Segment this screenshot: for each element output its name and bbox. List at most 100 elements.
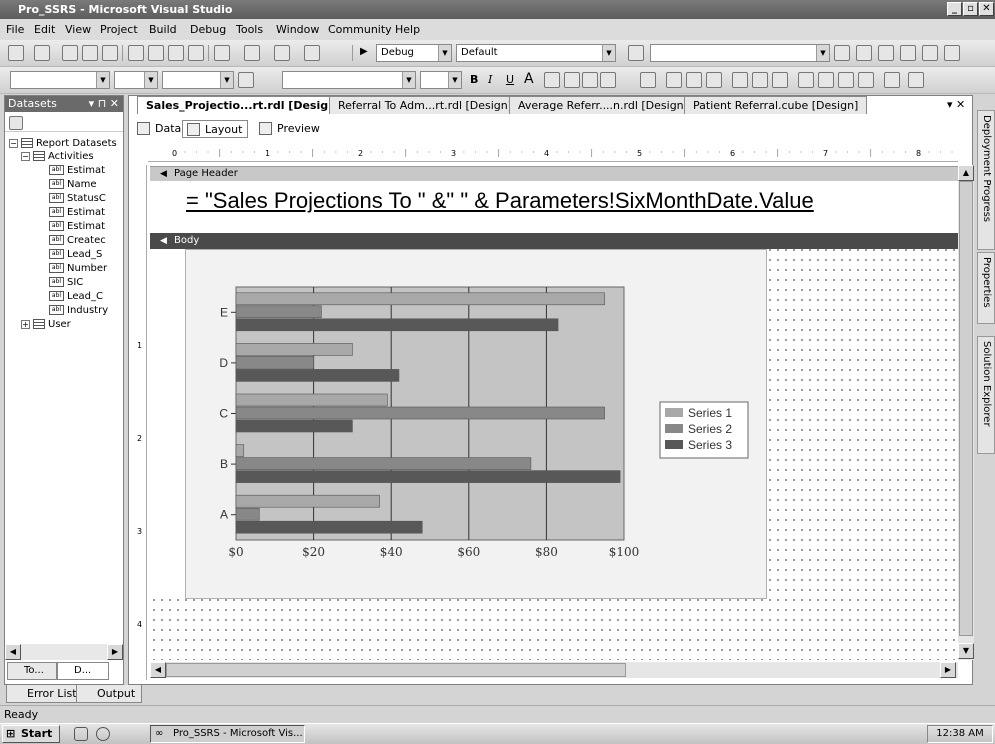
close-button[interactable]: ✕ xyxy=(979,2,994,16)
navigate-forward-icon[interactable] xyxy=(304,45,320,61)
chart-control[interactable]: $0 $20 $40 $60 $80 $100 A B C D E Series 1 Series 2 S… xyxy=(185,249,767,599)
style-select[interactable]: ▼ xyxy=(10,71,110,89)
align-centers-icon[interactable] xyxy=(686,72,702,88)
find-combo[interactable]: ▼ xyxy=(650,44,830,62)
doc-tab-patient-cube[interactable]: Patient Referral.cube [Design] xyxy=(684,96,868,114)
panel-pin-close-icons[interactable]: ▾ ⊓ ✕ xyxy=(89,96,119,112)
datasets-tab[interactable]: D... xyxy=(57,662,109,680)
size-select[interactable]: ▼ xyxy=(114,71,158,89)
taskbar-visual-studio-button[interactable]: ∞ Pro_SSRS - Microsoft Vis... xyxy=(150,725,305,743)
menu-tools[interactable]: Tools xyxy=(236,23,263,36)
layout-view-tab[interactable]: Layout xyxy=(182,120,249,138)
scroll-down-button[interactable]: ▼ xyxy=(958,643,974,659)
properties-icon[interactable] xyxy=(856,45,872,61)
navigate-back-icon[interactable] xyxy=(274,45,290,61)
save-icon[interactable] xyxy=(82,45,98,61)
align-right-icon[interactable] xyxy=(600,72,616,88)
body-band[interactable]: ◀ Body xyxy=(150,233,958,249)
toolbox-tab[interactable]: To... xyxy=(7,662,57,680)
horizontal-scrollbar[interactable]: ◀ ▶ xyxy=(5,644,123,660)
align-bottoms-icon[interactable] xyxy=(772,72,788,88)
undo-icon[interactable] xyxy=(214,45,230,61)
tree-field[interactable]: abl Estimat xyxy=(49,207,105,218)
align-center-icon[interactable] xyxy=(582,72,598,88)
save-all-icon[interactable] xyxy=(102,45,118,61)
tree-field[interactable]: abl Estimat xyxy=(49,165,105,176)
scroll-left-button[interactable]: ◀ xyxy=(150,662,166,678)
make-same-width-icon[interactable] xyxy=(798,72,814,88)
toolbox-icon[interactable] xyxy=(900,45,916,61)
title-expression-textbox[interactable]: = "Sales Projections To " &" " & Paramet… xyxy=(186,188,814,214)
font-name-select[interactable]: ▼ xyxy=(282,71,416,89)
add-item-icon[interactable] xyxy=(34,45,50,61)
add-dataset-icon[interactable] xyxy=(9,116,23,130)
scroll-right-button[interactable]: ▶ xyxy=(107,644,123,660)
find-icon[interactable] xyxy=(628,45,644,61)
bold-icon[interactable]: B xyxy=(470,73,478,86)
doc-close-icon[interactable]: ▾ ✕ xyxy=(947,98,965,111)
page-header-band[interactable]: ◀ Page Header xyxy=(150,166,958,181)
start-page-icon[interactable] xyxy=(922,45,938,61)
internet-explorer-icon[interactable] xyxy=(96,727,110,741)
properties-tab[interactable]: Properties xyxy=(977,252,995,324)
new-project-icon[interactable] xyxy=(8,45,24,61)
error-list-tab[interactable]: Error List xyxy=(6,685,84,703)
make-same-size-icon[interactable] xyxy=(838,72,854,88)
menu-community[interactable]: Community xyxy=(328,23,392,36)
redo-icon[interactable] xyxy=(244,45,260,61)
menu-build[interactable]: Build xyxy=(149,23,177,36)
doc-tab-average-referral[interactable]: Average Referr....n.rdl [Design] xyxy=(509,96,697,114)
font-size-select[interactable]: ▼ xyxy=(420,71,462,89)
copy-icon[interactable] xyxy=(148,45,164,61)
show-desktop-icon[interactable] xyxy=(74,727,88,741)
align-middles-icon[interactable] xyxy=(752,72,768,88)
menu-file[interactable]: File xyxy=(6,23,24,36)
menu-project[interactable]: Project xyxy=(100,23,138,36)
tree-field[interactable]: abl SIC xyxy=(49,277,83,288)
scroll-thumb[interactable] xyxy=(166,663,626,677)
configuration-select[interactable]: Debug ▼ xyxy=(376,44,452,62)
start-icon[interactable]: ▶ xyxy=(360,46,368,57)
doc-tab-referral[interactable]: Referral To Adm...rt.rdl [Design] xyxy=(329,96,522,114)
start-button[interactable]: ⊞ Start xyxy=(2,725,60,743)
tree-field[interactable]: abl Lead_C xyxy=(49,291,103,302)
make-same-height-icon[interactable] xyxy=(818,72,834,88)
tree-field[interactable]: abl Industry xyxy=(49,305,108,316)
doc-tab-sales-projections[interactable]: Sales_Projectio...rt.rdl [Design]* xyxy=(137,96,356,114)
delete-icon[interactable] xyxy=(188,45,204,61)
border-icon[interactable] xyxy=(238,72,254,88)
vertical-scrollbar[interactable]: ▲ ▼ xyxy=(958,165,974,660)
font-color-icon[interactable]: A xyxy=(524,71,534,87)
italic-icon[interactable]: I xyxy=(488,73,492,86)
preview-view-tab[interactable]: Preview xyxy=(255,120,325,138)
horizontal-scrollbar[interactable]: ◀ ▶ xyxy=(150,662,958,678)
tree-field[interactable]: abl Estimat xyxy=(49,221,105,232)
deployment-progress-tab[interactable]: Deployment Progress xyxy=(977,110,995,250)
menu-help[interactable]: Help xyxy=(395,23,420,36)
solution-explorer-icon[interactable] xyxy=(834,45,850,61)
align-rights-icon[interactable] xyxy=(706,72,722,88)
menu-view[interactable]: View xyxy=(65,23,91,36)
cut-icon[interactable] xyxy=(128,45,144,61)
solution-explorer-tab[interactable]: Solution Explorer xyxy=(977,336,995,454)
align-lefts-icon[interactable] xyxy=(666,72,682,88)
other-windows-icon[interactable] xyxy=(944,45,960,61)
tree-dataset-activities[interactable]: − Activities xyxy=(21,151,94,162)
menu-debug[interactable]: Debug xyxy=(190,23,226,36)
output-tab[interactable]: Output xyxy=(76,685,143,703)
layout-grid-icon[interactable] xyxy=(640,72,656,88)
object-browser-icon[interactable] xyxy=(878,45,894,61)
align-left-icon[interactable] xyxy=(564,72,580,88)
size-to-grid-icon[interactable] xyxy=(858,72,874,88)
paste-icon[interactable] xyxy=(168,45,184,61)
platform-select[interactable]: Default ▼ xyxy=(456,44,616,62)
tree-field[interactable]: abl Createc xyxy=(49,235,106,246)
underline-icon[interactable]: U xyxy=(506,73,514,86)
tree-dataset-user[interactable]: + User xyxy=(21,319,71,330)
minimize-button[interactable]: _ xyxy=(947,2,962,16)
horizontal-spacing-icon[interactable] xyxy=(884,72,900,88)
background-color-icon[interactable] xyxy=(544,72,560,88)
vertical-spacing-icon[interactable] xyxy=(908,72,924,88)
scroll-up-button[interactable]: ▲ xyxy=(958,165,974,181)
align-tops-icon[interactable] xyxy=(732,72,748,88)
